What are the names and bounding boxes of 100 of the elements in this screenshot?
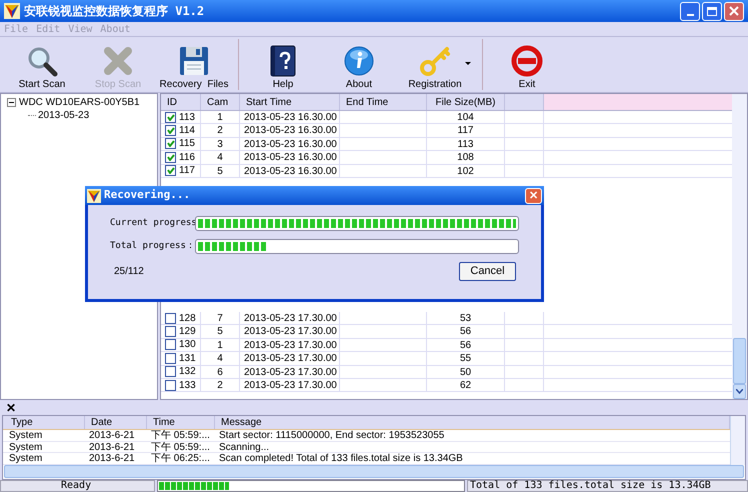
checkbox[interactable] [165,366,176,378]
dialog-title: Recovering... [104,187,190,204]
toolbar-button[interactable]: Exit [489,37,565,92]
column-header[interactable]: Type [5,416,85,429]
table-cell-text: 2013-6-21 [88,430,136,440]
key-icon [419,45,451,77]
table-cell: 56 [427,325,505,338]
window-title: 安联锐视监控数据恢复程序 V1.2 [24,3,204,20]
status-text: Total of 133 files.total size is 13.34GB [467,480,748,492]
toolbar-button[interactable]: About [321,37,397,92]
table-cell: 115 [179,137,195,150]
table-cell: 114 [179,124,195,138]
toolbar-button[interactable]: Recovery Files [156,37,232,92]
checkbox[interactable] [165,125,176,136]
table-cell: 133 [179,378,196,392]
table-cell: 113 [427,138,505,150]
info-icon [343,45,375,77]
table-cell: 132 [179,365,196,378]
vertical-scrollbar[interactable] [730,416,745,464]
table-cell: 104 [427,111,505,124]
column-header[interactable]: End Time [340,94,427,110]
table-cell-text: System [8,453,44,464]
close-button[interactable] [724,2,744,20]
close-button[interactable]: ✕ [525,188,542,204]
scroll-thumb[interactable] [733,338,746,384]
close-icon [729,6,739,16]
table-cell: 50 [427,366,505,378]
table-cell: 2013-05-23 17.30.00 [240,338,340,352]
table-cell: 6 [201,366,240,378]
checkbox[interactable] [165,326,176,338]
table-cell: 53 [427,312,505,324]
horizontal-scrollbar[interactable] [4,464,744,478]
checkbox[interactable] [165,380,176,391]
checkbox[interactable] [165,165,176,176]
column-header[interactable]: ID [161,94,201,110]
toolbar-button[interactable]: Help [245,37,321,92]
table-cell: 3 [201,138,240,150]
cross-icon [102,45,134,77]
cancel-button[interactable]: Cancel [459,262,516,281]
table-cell: 2013-05-23 17.30.00 [240,312,340,324]
app-logo-icon [4,3,20,19]
table-cell: 117 [427,124,505,137]
table-cell: 2013-05-23 17.30.00 [240,378,340,392]
tree-item[interactable]: 2013-05-23 [38,108,90,123]
table-cell-text: 2013-6-21 [88,453,136,464]
status-text: Ready [0,480,155,492]
checkbox[interactable] [165,152,176,163]
table-cell-text: System [8,442,44,452]
table-cell: 113 [179,110,195,124]
progress-count: 25/112 [113,265,144,279]
table-cell: 2013-05-23 16.30.00 [240,124,340,137]
table-cell: 2013-05-23 17.30.00 [240,352,340,365]
toolbar-button[interactable]: Start Scan [4,37,80,92]
vertical-scrollbar[interactable] [732,94,747,399]
minimize-button[interactable] [680,2,700,20]
dropdown-caret-icon[interactable] [465,62,471,65]
table-cell-text: 下午 05:59:... [150,430,211,440]
table-cell: 131 [179,352,196,365]
table-cell: 2013-05-23 16.30.00 [240,151,340,164]
checkbox[interactable] [165,339,176,350]
table-cell: 128 [179,312,196,325]
column-header[interactable]: File Size(MB) [427,94,505,110]
expand-toggle[interactable] [7,98,16,107]
checkbox[interactable] [165,112,176,123]
scroll-down-button[interactable] [733,384,746,399]
app-logo-icon [87,188,101,202]
table-cell: 129 [179,325,196,338]
column-header[interactable]: Start Time [240,94,340,110]
checkbox[interactable] [165,138,176,150]
tree-item[interactable]: WDC WD10EARS-00Y5B1 [19,95,140,110]
table-cell-text: 下午 06:25:... [150,453,211,464]
maximize-button[interactable] [702,2,722,20]
checkbox[interactable] [165,352,176,364]
checkbox[interactable] [165,312,176,324]
magnifier-icon [26,45,58,77]
table-cell: 2013-05-23 16.30.00 [240,138,340,150]
table-cell-text: 下午 05:59:... [150,442,211,452]
table-cell-text: System [8,430,44,440]
table-cell-text: Start sector: 1115000000, End sector: 1953523055 [218,430,446,440]
column-header[interactable]: Time [147,416,215,429]
table-cell: 2013-05-23 17.30.00 [240,366,340,378]
table-cell-text: Scan completed! Total of 133 files.total size is 13.34GB [218,453,464,464]
table-cell: 1 [201,111,240,124]
table-cell: 4 [201,151,240,164]
table-cell: 4 [201,352,240,365]
table-cell: 2013-05-23 16.30.00 [240,111,340,124]
table-cell: 116 [179,150,195,164]
table-cell-text: 2013-6-21 [88,442,136,452]
table-cell: 5 [201,164,240,177]
column-header[interactable]: Cam [201,94,240,110]
progress-label: Total progress： [110,240,195,253]
column-header[interactable]: Date [85,416,147,429]
close-button[interactable]: ✕ [0,401,20,415]
table-cell: 117 [179,164,195,178]
table-cell: 108 [427,151,505,164]
table-cell-text: Scanning... [218,442,270,452]
toolbar-button[interactable]: Registration [397,37,473,92]
table-cell: 7 [201,312,240,324]
table-cell: 2013-05-23 17.30.00 [240,325,340,338]
table-cell: 2 [201,378,240,392]
